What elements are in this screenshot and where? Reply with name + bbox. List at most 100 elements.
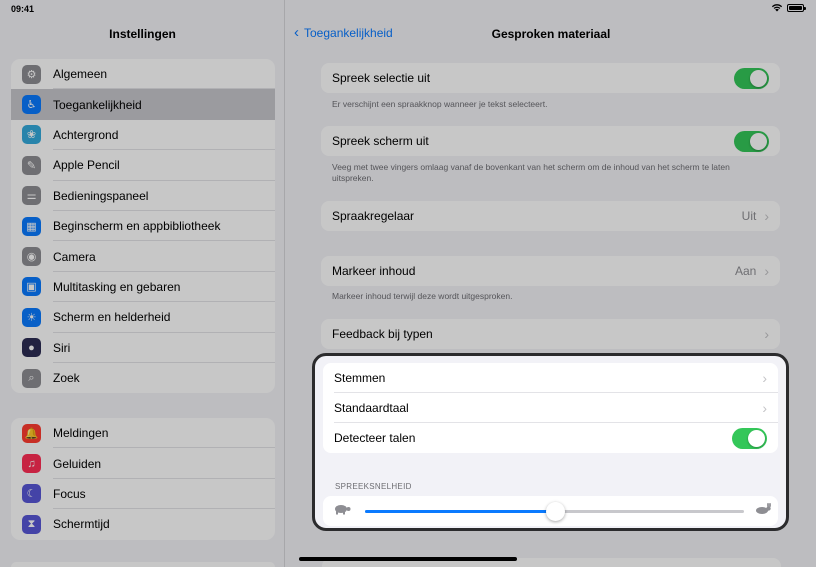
default-language-row[interactable]: Standaardtaal ›: [323, 393, 778, 423]
highlighted-voices-panel: Stemmen › Standaardtaal › Detecteer tale…: [312, 353, 789, 531]
highlight-content-row[interactable]: Markeer inhoud Aan ›: [321, 256, 780, 286]
default-language-label: Standaardtaal: [334, 401, 409, 415]
sidebar-group-next: [11, 562, 275, 567]
home-screen-icon: ▦: [22, 216, 41, 236]
typing-feedback-label: Feedback bij typen: [332, 327, 433, 341]
slider-fill: [365, 510, 555, 513]
speaking-rate-slider[interactable]: [365, 502, 744, 521]
sidebar-group-notifications: 🔔 Meldingen ♫ Geluiden ☾ Focus ⧗ Schermtijd: [11, 418, 275, 540]
typing-feedback-row[interactable]: Feedback bij typen ›: [321, 319, 780, 349]
wifi-icon: [771, 3, 783, 14]
speak-selection-row: Spreek selectie uit: [321, 63, 780, 93]
sidebar-item-camera[interactable]: ◉ Camera: [11, 241, 275, 273]
status-bar: 09:41: [0, 0, 816, 18]
sidebar-item-toegankelijkheid[interactable]: ♿ Toegankelijkheid: [11, 89, 275, 120]
speak-screen-footnote: Veeg met twee vingers omlaag vanaf de bo…: [332, 162, 730, 183]
sidebar-item-multitasking-en-gebaren[interactable]: ▣ Multitasking en gebaren: [11, 272, 275, 303]
sidebar-item-bedieningspaneel[interactable]: ⚌ Bedieningspaneel: [11, 181, 275, 212]
speaking-rate-header: SPREEKSNELHEID: [335, 482, 412, 491]
accessibility-icon: ♿: [22, 95, 41, 115]
sidebar-group-settings: ⚙ Algemeen ♿ Toegankelijkheid ❀ Achtergrond ✎ A…: [11, 59, 275, 394]
sidebar-item-label: Achtergrond: [53, 127, 119, 142]
nav-bar: ‹ Toegankelijkheid Gesproken materiaal: [286, 24, 816, 44]
sidebar-item-geluiden[interactable]: ♫ Geluiden: [11, 448, 275, 480]
highlight-content-card: Markeer inhoud Aan ›: [321, 256, 780, 286]
highlight-content-label: Markeer inhoud: [332, 264, 416, 278]
voices-row[interactable]: Stemmen ›: [323, 363, 778, 393]
notifications-icon: 🔔: [22, 423, 41, 443]
chevron-right-icon: ›: [764, 263, 769, 279]
camera-icon: ◉: [22, 247, 41, 267]
sidebar-item-beginscherm-en-appbibliotheek[interactable]: ▦ Beginscherm en appbibliotheek: [11, 211, 275, 242]
sidebar-item-achtergrond[interactable]: ❀ Achtergrond: [11, 120, 275, 151]
highlight-content-value: Aan: [734, 264, 757, 278]
chevron-right-icon: ›: [762, 400, 767, 416]
chevron-right-icon: ›: [764, 208, 769, 224]
speaking-rate-card: [323, 496, 778, 526]
detect-languages-row: Detecteer talen: [323, 423, 778, 453]
sidebar-item-label: Scherm en helderheid: [53, 310, 171, 325]
wallpaper-icon: ❀: [22, 125, 41, 145]
sidebar-item-zoek[interactable]: ⌕ Zoek: [11, 363, 275, 393]
speak-selection-toggle[interactable]: [734, 67, 769, 89]
battery-icon: [787, 4, 806, 12]
highlight-content-footnote: Markeer inhoud terwijl deze wordt uitges…: [332, 291, 513, 301]
speech-controller-value: Uit: [741, 209, 757, 223]
voices-label: Stemmen: [334, 371, 386, 385]
siri-icon: ●: [22, 338, 41, 358]
turtle-icon: [333, 503, 351, 518]
sidebar-item-siri[interactable]: ● Siri: [11, 333, 275, 364]
sidebar-item-label: Apple Pencil: [53, 158, 120, 173]
sidebar-title: Instellingen: [109, 27, 176, 41]
sidebar-item-scherm-en-helderheid[interactable]: ☀ Scherm en helderheid: [11, 302, 275, 333]
sidebar-item-label: Toegankelijkheid: [53, 97, 142, 112]
multitasking-icon: ▣: [22, 277, 41, 297]
speak-screen-card: Spreek scherm uit: [321, 126, 780, 156]
sidebar-item-label: Focus: [53, 486, 86, 501]
chevron-right-icon: ›: [764, 326, 769, 342]
typing-feedback-card: Feedback bij typen ›: [321, 319, 780, 349]
page-title: Gesproken materiaal: [491, 27, 611, 41]
speech-controller-card: Spraakregelaar Uit ›: [321, 201, 780, 231]
sidebar-item-label: Beginscherm en appbibliotheek: [53, 219, 221, 234]
chevron-right-icon: ›: [762, 370, 767, 386]
hare-icon: [754, 502, 772, 518]
speak-selection-card: Spreek selectie uit: [321, 63, 780, 93]
brightness-icon: ☀: [22, 307, 41, 327]
sidebar-item-label: Zoek: [53, 371, 80, 386]
gear-icon: ⚙: [22, 64, 41, 84]
sidebar-item-schermtijd[interactable]: ⧗ Schermtijd: [11, 509, 275, 539]
voices-card: Stemmen › Standaardtaal › Detecteer tale…: [323, 363, 778, 453]
control-center-icon: ⚌: [22, 186, 41, 206]
sidebar-item-label: Schermtijd: [53, 517, 110, 532]
speak-screen-label: Spreek scherm uit: [332, 134, 429, 148]
pencil-icon: ✎: [22, 155, 41, 175]
sidebar-item-meldingen[interactable]: 🔔 Meldingen: [11, 418, 275, 449]
moon-icon: ☾: [22, 484, 41, 504]
sidebar-item-label: Multitasking en gebaren: [53, 279, 181, 294]
detect-languages-toggle[interactable]: [732, 427, 767, 449]
search-icon: ⌕: [22, 368, 41, 388]
speak-screen-toggle[interactable]: [734, 130, 769, 152]
speech-controller-label: Spraakregelaar: [332, 209, 415, 223]
sidebar-item-label: Geluiden: [53, 456, 102, 471]
sidebar: Instellingen ⚙ Algemeen ♿ Toegankelijkheid ❀…: [0, 0, 285, 567]
speech-controller-row[interactable]: Spraakregelaar Uit ›: [321, 201, 780, 231]
sidebar-item-algemeen[interactable]: ⚙ Algemeen: [11, 59, 275, 90]
sidebar-item-focus[interactable]: ☾ Focus: [11, 479, 275, 510]
detect-languages-label: Detecteer talen: [334, 431, 416, 445]
speak-selection-label: Spreek selectie uit: [332, 71, 431, 85]
sidebar-item-apple-pencil[interactable]: ✎ Apple Pencil: [11, 150, 275, 181]
home-indicator[interactable]: [299, 557, 517, 561]
hourglass-icon: ⧗: [22, 514, 41, 534]
sidebar-item-label: Meldingen: [53, 426, 109, 441]
status-time: 09:41: [11, 4, 35, 14]
speak-selection-footnote: Er verschijnt een spraakknop wanneer je …: [332, 99, 548, 109]
sidebar-item-label: Camera: [53, 249, 96, 264]
sidebar-item-label: Siri: [53, 340, 71, 355]
sounds-icon: ♫: [22, 454, 41, 474]
slider-thumb[interactable]: [545, 502, 565, 521]
sidebar-item-label: Algemeen: [53, 67, 108, 82]
speak-screen-row: Spreek scherm uit: [321, 126, 780, 156]
sidebar-item-label: Bedieningspaneel: [53, 188, 149, 203]
